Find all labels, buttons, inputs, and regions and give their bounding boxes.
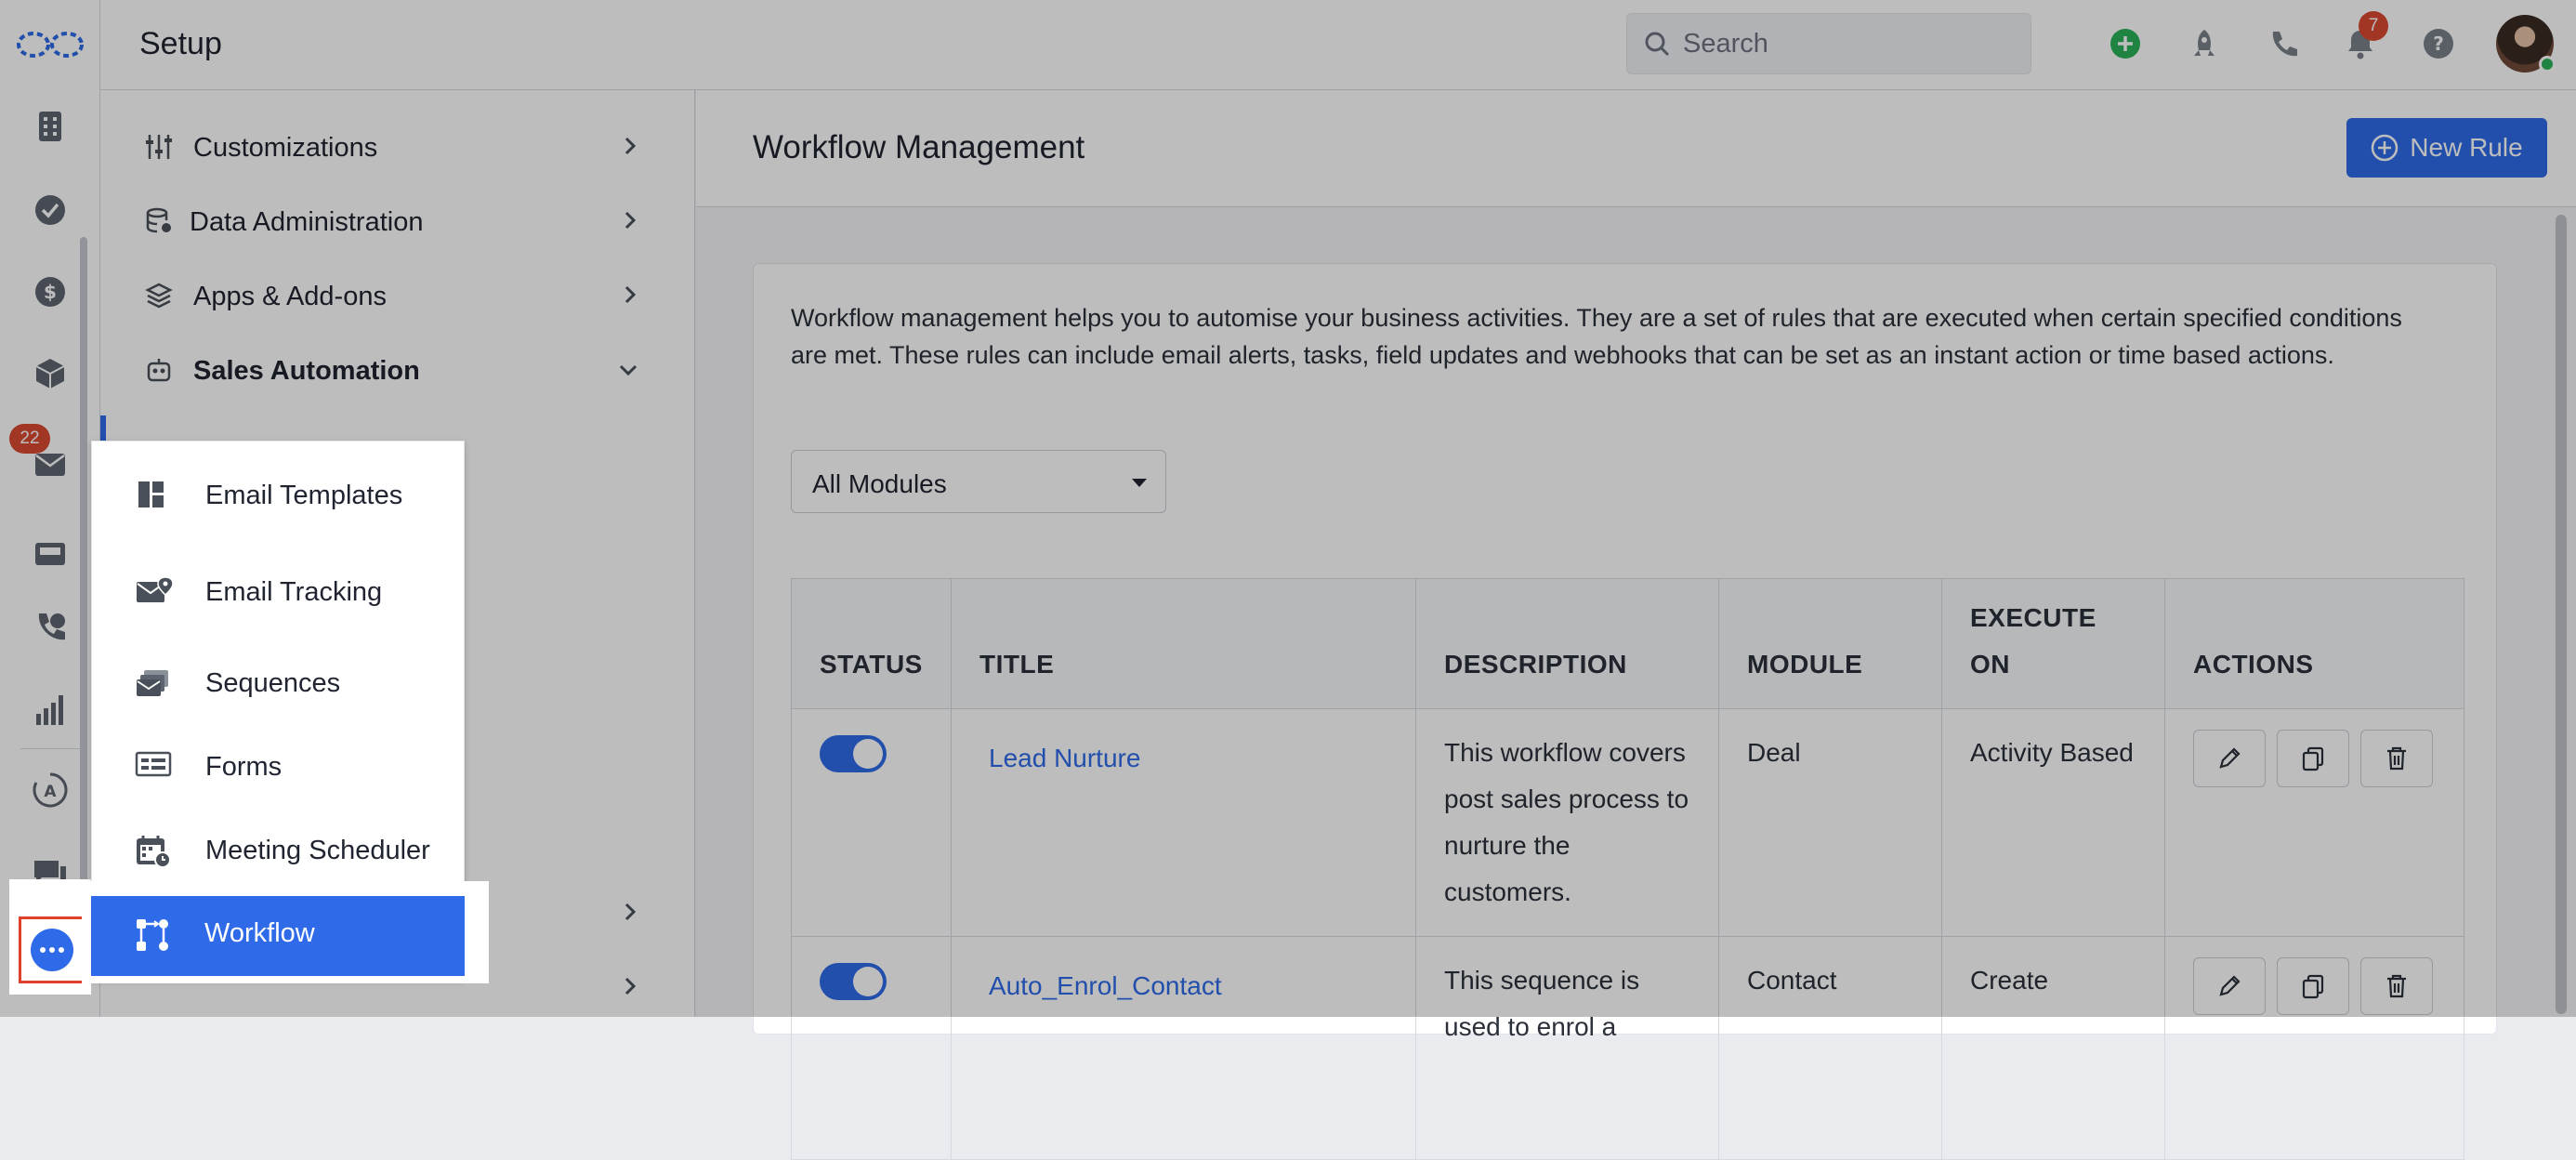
more-button[interactable] <box>19 916 85 983</box>
flyout-item-sequences[interactable]: Sequences <box>92 640 466 724</box>
flyout-item-forms[interactable]: Forms <box>92 724 466 808</box>
template-grid-icon <box>135 479 172 512</box>
workflow-icon <box>134 916 171 954</box>
mail-location-icon <box>135 575 174 609</box>
flyout-item-workflow[interactable]: Workflow <box>91 896 465 976</box>
flyout-item-meeting-scheduler[interactable]: Meeting Scheduler <box>92 808 466 891</box>
flyout-item-label: Email Tracking <box>205 577 383 607</box>
flyout-item-label: Workflow <box>204 918 315 948</box>
stacked-mail-icon <box>135 666 172 700</box>
calendar-clock-icon <box>135 834 172 868</box>
more-button-highlight <box>9 879 91 995</box>
more-icon <box>31 929 73 971</box>
flyout-item-email-templates[interactable]: Email Templates <box>92 453 466 536</box>
flyout-item-label: Forms <box>205 752 283 782</box>
flyout-item-label: Sequences <box>205 668 341 698</box>
flyout-item-label: Email Templates <box>205 481 403 510</box>
flyout-item-label: Meeting Scheduler <box>205 836 430 865</box>
form-icon <box>135 750 172 784</box>
flyout-active-highlight: Workflow <box>82 881 489 983</box>
flyout-item-email-tracking[interactable]: Email Tracking <box>92 549 466 633</box>
